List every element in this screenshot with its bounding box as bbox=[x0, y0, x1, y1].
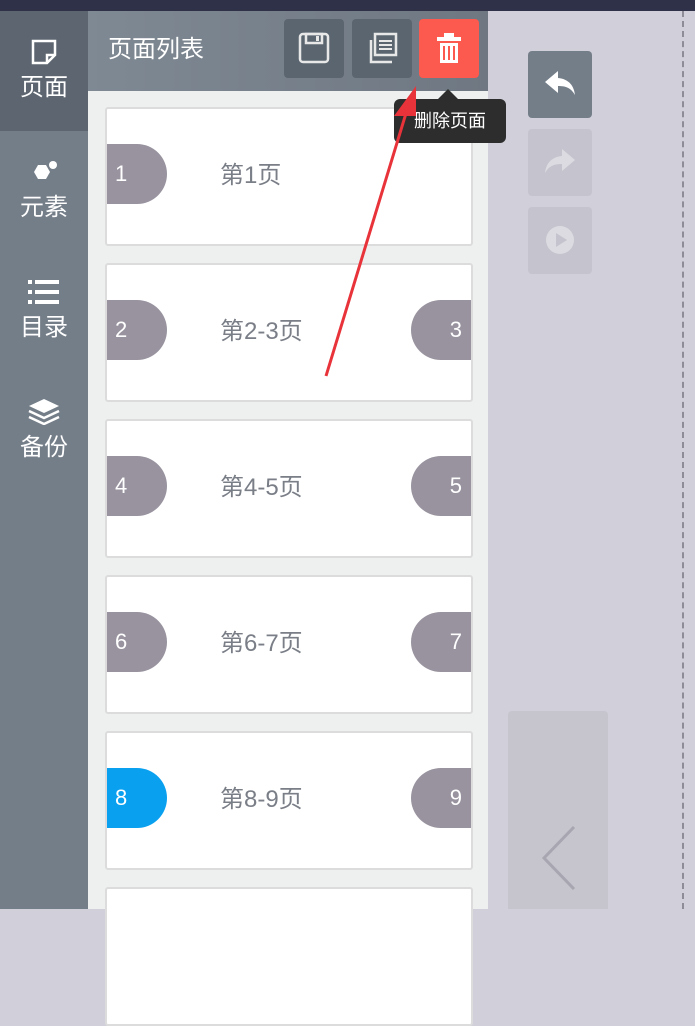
page-number-left: 1 bbox=[107, 144, 167, 204]
page-card-selected[interactable]: 8 第8-9页 9 bbox=[105, 731, 473, 870]
delete-page-button[interactable] bbox=[419, 19, 479, 78]
page-number-left: 4 bbox=[107, 456, 167, 516]
save-button[interactable] bbox=[284, 19, 344, 78]
undo-button[interactable] bbox=[528, 51, 592, 118]
nav-label: 目录 bbox=[20, 314, 68, 341]
page-number-left: 6 bbox=[107, 612, 167, 672]
page-card[interactable] bbox=[105, 887, 473, 1026]
page-icon bbox=[0, 39, 88, 65]
page-label: 第4-5页 bbox=[220, 474, 303, 501]
nav-label: 元素 bbox=[20, 194, 68, 221]
play-button[interactable] bbox=[528, 207, 592, 274]
page-number-left: 8 bbox=[107, 768, 167, 828]
nav-label: 页面 bbox=[20, 74, 68, 101]
page-label: 第2-3页 bbox=[220, 318, 303, 345]
nav-item-pages[interactable]: 页面 bbox=[0, 11, 88, 131]
redo-button[interactable] bbox=[528, 129, 592, 196]
trash-icon bbox=[437, 33, 461, 63]
page-card[interactable]: 2 第2-3页 3 bbox=[105, 263, 473, 402]
undo-icon bbox=[545, 71, 575, 95]
nav-item-elements[interactable]: 元素 bbox=[0, 131, 88, 251]
canvas-border bbox=[682, 11, 684, 909]
play-icon bbox=[546, 226, 574, 254]
page-card[interactable]: 4 第4-5页 5 bbox=[105, 419, 473, 558]
elements-icon bbox=[0, 159, 88, 185]
copy-icon bbox=[369, 32, 398, 64]
list-icon bbox=[0, 279, 88, 305]
page-list-panel: 页面列表 1 第1页 2 第2-3页 3 4 第4-5页 5 6 第6-7页 7… bbox=[88, 11, 488, 1026]
page-number-left: 2 bbox=[107, 300, 167, 360]
page-number-right: 5 bbox=[411, 456, 471, 516]
page-label: 第6-7页 bbox=[220, 630, 303, 657]
chevron-left-icon bbox=[541, 825, 576, 891]
page-card[interactable]: 6 第6-7页 7 bbox=[105, 575, 473, 714]
side-nav: 页面 元素 目录 备份 bbox=[0, 11, 88, 909]
top-bar bbox=[0, 0, 695, 11]
page-number-right: 7 bbox=[411, 612, 471, 672]
nav-item-backup[interactable]: 备份 bbox=[0, 371, 88, 491]
nav-label: 备份 bbox=[20, 434, 68, 461]
save-icon bbox=[298, 32, 330, 64]
delete-tooltip: 删除页面 bbox=[394, 89, 506, 143]
page-number-right: 9 bbox=[411, 768, 471, 828]
page-number-right: 3 bbox=[411, 300, 471, 360]
prev-page-button[interactable] bbox=[508, 711, 608, 909]
nav-item-toc[interactable]: 目录 bbox=[0, 251, 88, 371]
page-label: 第8-9页 bbox=[220, 786, 303, 813]
panel-header: 页面列表 bbox=[88, 11, 488, 91]
copy-button[interactable] bbox=[352, 19, 412, 78]
layers-icon bbox=[0, 399, 88, 426]
redo-icon bbox=[545, 149, 575, 173]
page-label: 第1页 bbox=[220, 162, 282, 189]
panel-title: 页面列表 bbox=[108, 36, 204, 63]
